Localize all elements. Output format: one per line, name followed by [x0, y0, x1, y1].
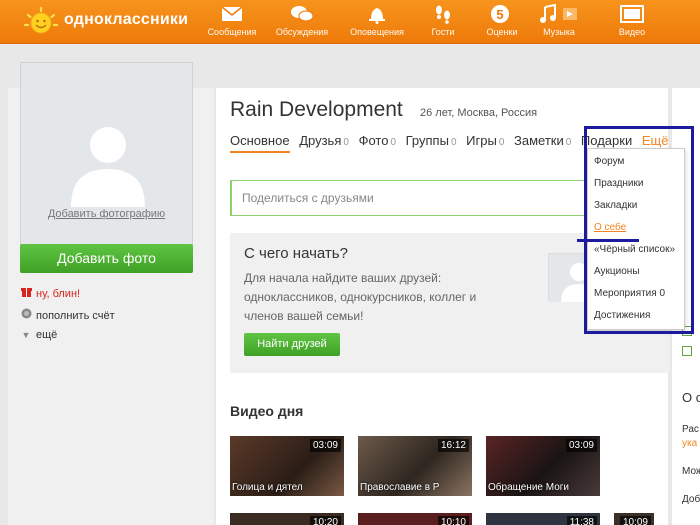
tab-groups[interactable]: Группы 0 — [406, 133, 457, 148]
video-thumbnail[interactable]: 10:09 — [614, 513, 654, 525]
video-thumbnail[interactable]: 16:12 Православие в Р — [358, 436, 472, 496]
nav-label: Обсуждения — [275, 27, 329, 37]
nav-label: Оповещения — [350, 27, 404, 37]
video-thumbnail[interactable]: 10:10 — [358, 513, 472, 525]
music-icon — [540, 4, 577, 23]
add-photo-button[interactable]: Добавить фото — [20, 244, 193, 273]
nav-label: Видео — [618, 27, 646, 37]
add-photo-link[interactable]: Добавить фотографию — [21, 208, 192, 220]
share-placeholder: Поделиться с друзьями — [242, 191, 374, 205]
video-duration: 03:09 — [309, 439, 341, 452]
profile-photo-placeholder[interactable]: Добавить фотографию — [20, 62, 193, 260]
profile-info: 26 лет, Москва, Россия — [420, 107, 538, 119]
sidebar-item-topup[interactable]: пополнить счёт — [20, 308, 115, 322]
tab-friends[interactable]: Друзья 0 — [299, 133, 349, 148]
tab-notes[interactable]: Заметки 0 — [514, 133, 571, 148]
triangle-down-icon: ▼ — [21, 330, 31, 340]
video-thumbnail[interactable]: 11:38 — [486, 513, 600, 525]
video-icon — [620, 5, 644, 23]
video-caption: Православие в Р — [360, 482, 440, 493]
nav-music[interactable]: Музыка — [529, 4, 589, 37]
nav-messages[interactable]: Сообщения — [202, 4, 262, 37]
tab-main[interactable]: Основное — [230, 133, 290, 153]
coin-icon — [20, 308, 32, 322]
footprints-icon — [436, 5, 450, 24]
getting-started-title: С чего начать? — [244, 245, 348, 262]
right-heading-fragment: О с — [682, 390, 700, 405]
nav-discussions[interactable]: Обсуждения — [272, 4, 332, 37]
bell-icon — [369, 8, 385, 24]
nav-label: Оценки — [486, 27, 518, 37]
video-thumbnail[interactable]: 03:09 Голица и дятел — [230, 436, 344, 496]
annotation-highlight-box — [584, 126, 694, 334]
profile-name: Rain Development — [230, 98, 403, 121]
video-caption: Голица и дятел — [232, 482, 303, 493]
video-duration: 11:38 — [566, 516, 597, 525]
nav-label: Гости — [431, 27, 455, 37]
brand-name[interactable]: одноклассники — [64, 11, 188, 29]
annotation-underline — [577, 239, 639, 242]
chat-bubbles-icon — [291, 6, 314, 22]
video-thumbnail[interactable]: 10:20 — [230, 513, 344, 525]
rating-5-icon: 5 — [491, 5, 509, 23]
video-duration: 16:12 — [437, 439, 469, 452]
user-silhouette-icon — [71, 127, 145, 207]
tab-games[interactable]: Игры 0 — [466, 133, 504, 148]
checkbox[interactable] — [682, 346, 692, 356]
envelope-icon — [221, 6, 243, 21]
right-text-fragment: Рас — [682, 424, 699, 435]
right-text-fragment: Доб — [682, 494, 700, 505]
tab-photos[interactable]: Фото 0 — [359, 133, 396, 148]
sidebar-item-label: ну, блин! — [36, 288, 81, 300]
gift-icon — [20, 286, 32, 300]
svg-text:5: 5 — [496, 7, 503, 22]
video-duration: 03:09 — [565, 439, 597, 452]
top-bar: одноклассники Сообщения Обсуждения Опове… — [0, 0, 700, 44]
video-of-day-title: Видео дня — [230, 403, 304, 419]
video-duration: 10:20 — [309, 516, 341, 525]
video-duration: 10:09 — [619, 516, 651, 525]
nav-guests[interactable]: Гости — [413, 4, 473, 37]
video-duration: 10:10 — [437, 516, 469, 525]
nav-label: Сообщения — [207, 27, 257, 37]
sidebar-item-gift[interactable]: ну, блин! — [20, 286, 80, 300]
sun-logo-icon[interactable] — [22, 5, 60, 39]
sidebar-item-label: пополнить счёт — [36, 310, 115, 322]
left-sidebar: Добавить фотографию Добавить фото ну, бл… — [8, 62, 214, 525]
nav-notifications[interactable]: Оповещения — [347, 4, 407, 37]
sidebar-item-label: ещё — [36, 329, 58, 341]
right-text-fragment: Мож — [682, 466, 700, 477]
video-thumbnail[interactable]: 03:09 Обращение Моги — [486, 436, 600, 496]
nav-label: Музыка — [543, 27, 575, 37]
nav-video[interactable]: Видео — [602, 4, 662, 37]
video-caption: Обращение Моги — [488, 482, 569, 493]
nav-ratings[interactable]: 5 Оценки — [472, 4, 532, 37]
getting-started-text: Для начала найдите ваших друзей: однокла… — [244, 271, 477, 323]
right-link-fragment[interactable]: ука — [682, 438, 697, 449]
find-friends-button[interactable]: Найти друзей — [244, 333, 340, 356]
sidebar-item-more[interactable]: ▼ ещё — [20, 329, 58, 341]
